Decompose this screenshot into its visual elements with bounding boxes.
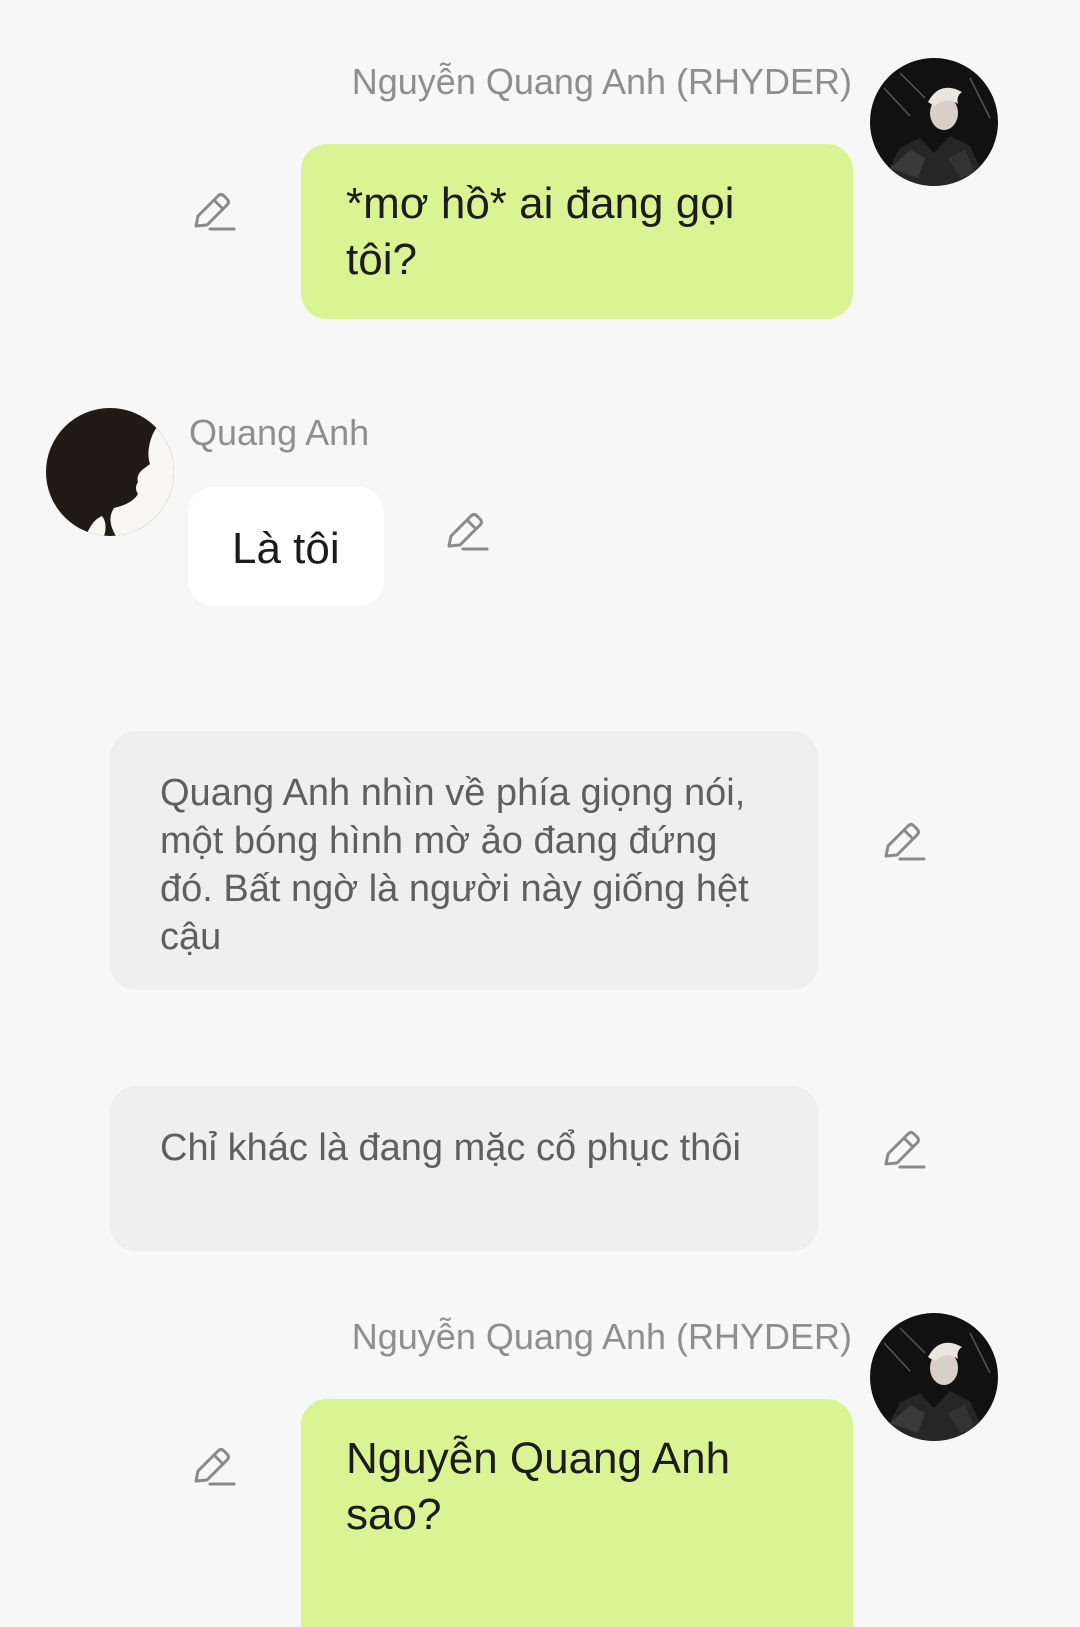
edit-message-button[interactable] bbox=[880, 1126, 928, 1174]
user-avatar[interactable] bbox=[870, 58, 998, 186]
message-text: Là tôi bbox=[232, 524, 340, 573]
edit-message-button[interactable] bbox=[443, 508, 491, 556]
user-message-bubble[interactable]: Nguyễn Quang Anh sao? bbox=[301, 1399, 853, 1627]
message-text: Nguyễn Quang Anh sao? bbox=[346, 1434, 731, 1539]
dark-portrait-avatar-icon bbox=[870, 58, 998, 186]
character-message-bubble[interactable]: Là tôi bbox=[188, 487, 384, 606]
narration-text: Chỉ khác là đang mặc cổ phục thôi bbox=[160, 1127, 741, 1169]
sender-name: Nguyễn Quang Anh (RHYDER) bbox=[351, 61, 852, 102]
pencil-edit-icon bbox=[194, 1448, 236, 1486]
pencil-edit-icon bbox=[194, 193, 236, 231]
edit-message-button[interactable] bbox=[190, 1443, 238, 1491]
message-text: *mơ hồ* ai đang gọi tôi? bbox=[346, 179, 735, 284]
silhouette-avatar-icon bbox=[46, 408, 174, 536]
narration-text: Quang Anh nhìn về phía giọng nói, một bó… bbox=[160, 772, 749, 958]
narration-bubble[interactable]: Chỉ khác là đang mặc cổ phục thôi bbox=[110, 1086, 818, 1251]
user-message-bubble[interactable]: *mơ hồ* ai đang gọi tôi? bbox=[301, 144, 853, 319]
pencil-edit-icon bbox=[884, 823, 926, 861]
edit-message-button[interactable] bbox=[190, 188, 238, 236]
pencil-edit-icon bbox=[447, 513, 489, 551]
character-avatar[interactable] bbox=[46, 408, 174, 536]
edit-message-button[interactable] bbox=[880, 818, 928, 866]
sender-name: Nguyễn Quang Anh (RHYDER) bbox=[351, 1316, 852, 1357]
dark-portrait-avatar-icon bbox=[870, 1313, 998, 1441]
sender-name: Quang Anh bbox=[189, 412, 370, 453]
pencil-edit-icon bbox=[884, 1131, 926, 1169]
narration-bubble[interactable]: Quang Anh nhìn về phía giọng nói, một bó… bbox=[110, 731, 818, 990]
user-avatar[interactable] bbox=[870, 1313, 998, 1441]
